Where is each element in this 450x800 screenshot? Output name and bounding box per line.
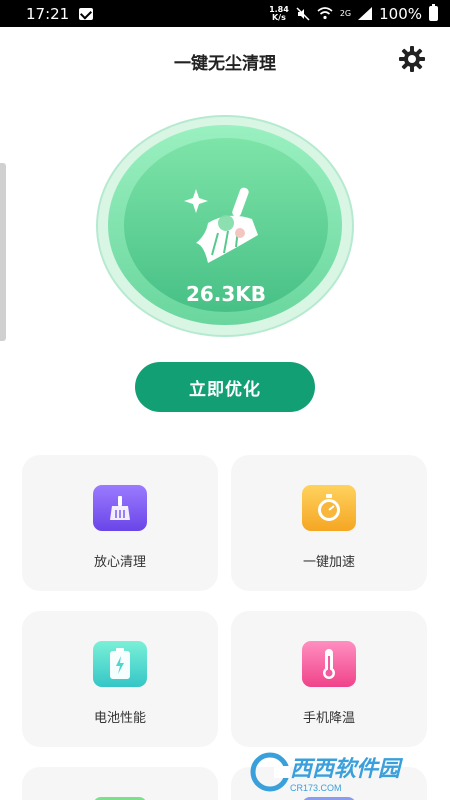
feature-card-partial-left[interactable] (22, 767, 218, 800)
battery-icon-tile (93, 641, 147, 687)
status-left: 17:21 (26, 4, 94, 23)
broom-icon (184, 187, 258, 263)
safe-clean-icon-tile (93, 485, 147, 531)
mail-icon (79, 7, 94, 20)
feature-label: 手机降温 (302, 711, 355, 726)
status-bar: 17:21 1.84 K/s 2G 100% (0, 0, 450, 27)
feature-label: 电池性能 (93, 711, 146, 726)
feature-card-cool-down[interactable]: 手机降温 (231, 611, 427, 747)
page-title: 一键无尘清理 (174, 54, 276, 74)
settings-button[interactable] (398, 45, 426, 73)
feature-label: 放心清理 (93, 555, 146, 570)
battery-percent: 100% (379, 4, 422, 23)
feature-card-speed-up[interactable]: 一键加速 (231, 455, 427, 591)
gear-icon (399, 46, 425, 72)
network-speed-unit: K/s (271, 12, 286, 22)
cool-down-icon-tile (302, 641, 356, 687)
watermark-sub: CR173.COM (290, 783, 342, 793)
feature-card-safe-clean[interactable]: 放心清理 (22, 455, 218, 591)
watermark-text: 西西软件园 (290, 757, 401, 782)
wifi-icon (317, 7, 333, 20)
speed-up-icon-tile (302, 485, 356, 531)
app-screen: 17:21 1.84 K/s 2G 100% 一键无尘清理 26.3KB 立即优… (0, 0, 450, 800)
watermark-text-block: 西西软件园 CR173.COM (290, 751, 400, 793)
thermometer-icon (323, 649, 335, 679)
battery-icon (110, 648, 130, 679)
status-time: 17:21 (26, 4, 70, 23)
network-speed: 1.84 K/s (269, 5, 289, 22)
signal-icon (358, 7, 373, 20)
junk-size: 26.3KB (185, 282, 267, 306)
network-type: 2G (339, 9, 352, 18)
broom-icon (110, 496, 130, 520)
side-drawer-handle[interactable] (0, 163, 6, 341)
stopwatch-icon (318, 494, 340, 521)
header: 一键无尘清理 (0, 27, 450, 92)
feature-card-battery[interactable]: 电池性能 (22, 611, 218, 747)
watermark-c-icon (250, 752, 290, 792)
battery-icon (429, 4, 438, 21)
mute-icon (296, 6, 310, 21)
optimize-button[interactable]: 立即优化 (135, 362, 315, 412)
feature-label: 一键加速 (302, 555, 355, 570)
watermark-logo: 西西软件园 CR173.COM (250, 751, 430, 793)
status-right: 1.84 K/s 2G 100% (269, 4, 438, 23)
